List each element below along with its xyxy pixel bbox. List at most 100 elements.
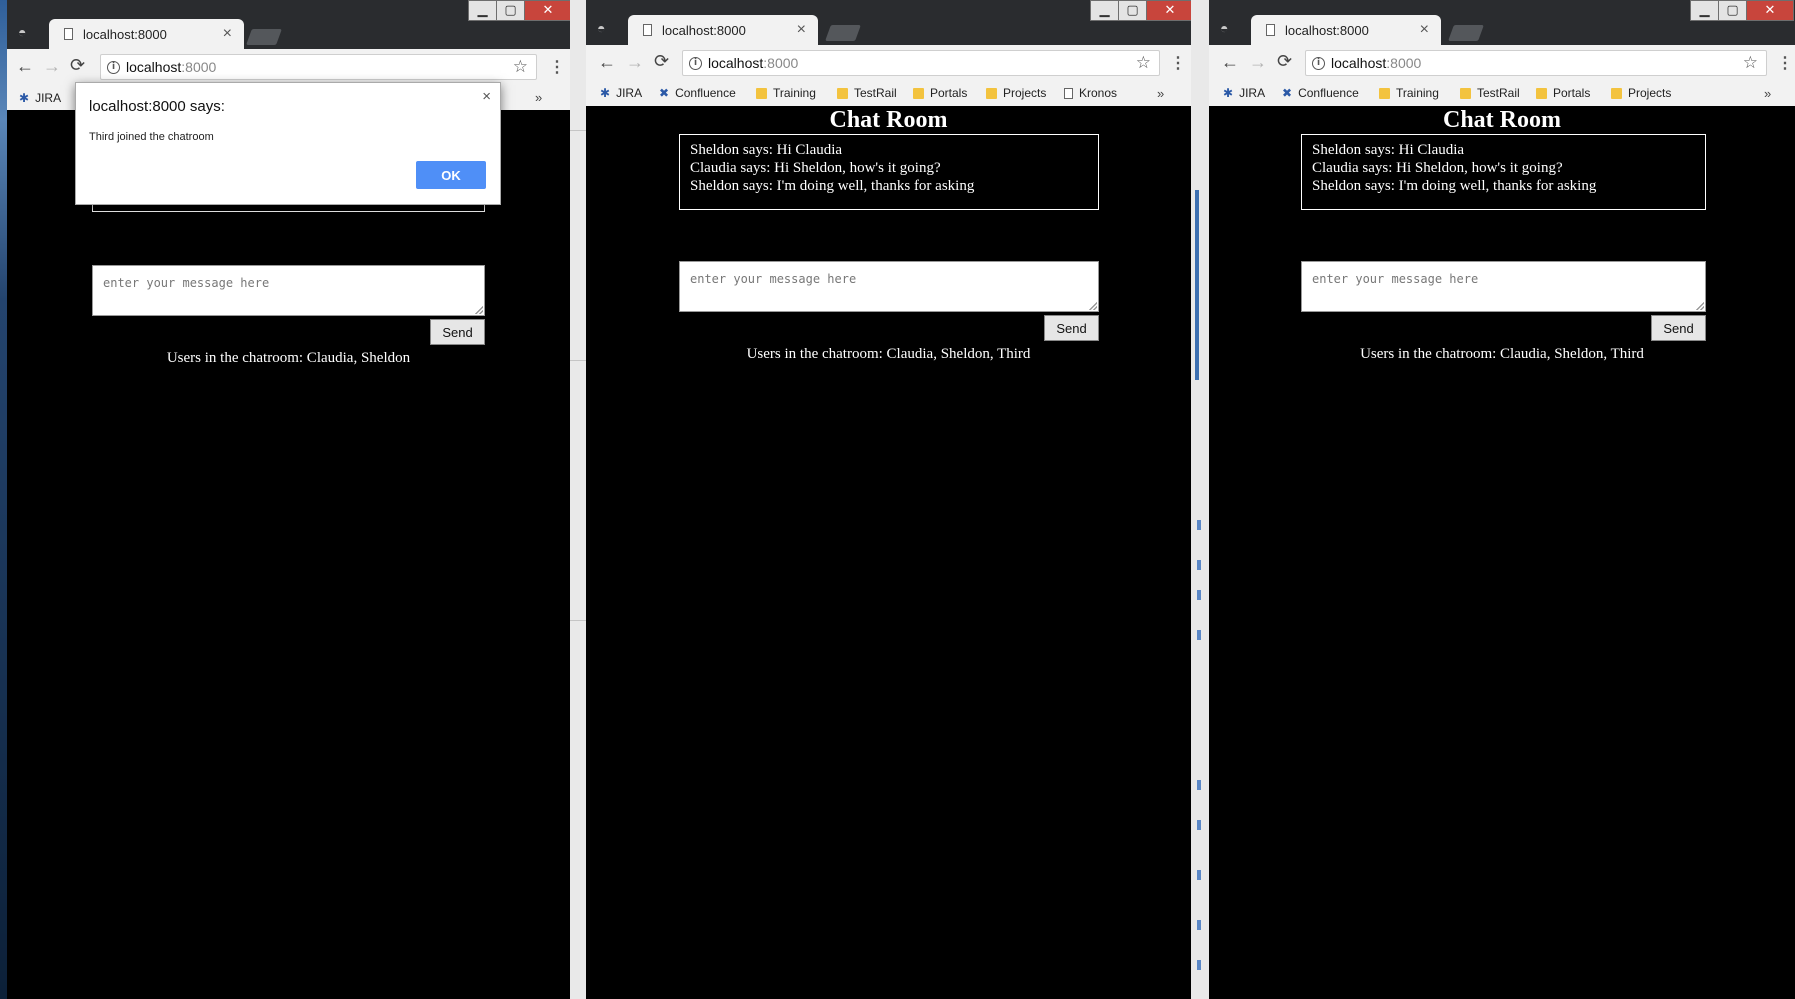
info-icon[interactable]: i	[689, 56, 702, 70]
browser-window-1: ▁ ▢ ✕ ◓ localhost:8000 × ← → ⟳ i localho…	[7, 0, 570, 999]
new-tab-button[interactable]	[1448, 25, 1484, 41]
bookmark-star-icon[interactable]: ☆	[1136, 53, 1151, 73]
bookmarks-bar: ✱ JIRA ✖ Confluence Training TestRail Po…	[1209, 80, 1795, 106]
minimize-button[interactable]: ▁	[1090, 0, 1119, 21]
browser-menu-button[interactable]: ⋮	[1170, 53, 1186, 73]
bookmark-confluence[interactable]: ✖ Confluence	[659, 80, 736, 106]
address-bar[interactable]: i localhost :8000 ☆	[682, 50, 1160, 76]
bookmark-training[interactable]: Training	[756, 80, 816, 106]
back-button[interactable]: ←	[1221, 53, 1239, 71]
browser-tab[interactable]: localhost:8000 ×	[49, 19, 244, 49]
dialog-ok-button[interactable]: OK	[416, 161, 486, 189]
page-icon	[643, 24, 652, 36]
users-list-text: Users in the chatroom: Claudia, Sheldon,…	[746, 346, 1031, 362]
bookmark-confluence[interactable]: ✖ Confluence	[1282, 80, 1359, 106]
bookmark-jira[interactable]: ✱ JIRA	[19, 85, 61, 110]
browser-menu-button[interactable]: ⋮	[1777, 53, 1793, 73]
bookmarks-overflow-chevron[interactable]: »	[1157, 80, 1164, 106]
folder-icon	[986, 87, 997, 99]
reload-button[interactable]: ⟳	[654, 52, 669, 70]
send-button[interactable]: Send	[1651, 315, 1706, 341]
page-icon	[1266, 24, 1275, 36]
reload-button[interactable]: ⟳	[1277, 52, 1292, 70]
dialog-close-icon[interactable]: ×	[482, 88, 491, 105]
browser-tab[interactable]: localhost:8000 ×	[1251, 15, 1441, 45]
chat-room-title: Chat Room	[1443, 107, 1561, 133]
bookmark-testrail[interactable]: TestRail	[1460, 80, 1520, 106]
back-button[interactable]: ←	[598, 53, 616, 71]
bookmark-label: Training	[773, 86, 816, 100]
address-host: localhost	[126, 59, 182, 75]
bookmark-label: Training	[1396, 86, 1439, 100]
info-icon[interactable]: i	[107, 60, 120, 74]
bookmark-jira[interactable]: ✱ JIRA	[1223, 80, 1265, 106]
bookmark-testrail[interactable]: TestRail	[837, 80, 897, 106]
jira-icon: ✱	[19, 90, 30, 105]
new-tab-button[interactable]	[825, 25, 861, 41]
maximize-button[interactable]: ▢	[1718, 0, 1747, 21]
address-bar[interactable]: i localhost :8000 ☆	[1305, 50, 1767, 76]
tab-title: localhost:8000	[662, 22, 746, 38]
message-input[interactable]: enter your message here	[92, 265, 485, 316]
reload-button[interactable]: ⟳	[70, 56, 85, 74]
resize-grip-icon[interactable]	[1696, 302, 1704, 310]
bookmark-label: JIRA	[616, 86, 643, 100]
forward-button[interactable]: →	[43, 57, 61, 75]
minimize-button[interactable]: ▁	[1690, 0, 1719, 21]
bookmarks-overflow-chevron[interactable]: »	[535, 85, 542, 110]
window-controls: ▁ ▢ ✕	[468, 0, 570, 21]
bookmark-star-icon[interactable]: ☆	[513, 57, 528, 77]
maximize-button[interactable]: ▢	[496, 0, 525, 21]
users-list-text: Users in the chatroom: Claudia, Sheldon	[166, 350, 411, 366]
jira-icon: ✱	[600, 86, 611, 100]
page-content: Chat Room Sheldon says: Hi Claudia Claud…	[586, 106, 1191, 999]
bookmark-projects[interactable]: Projects	[986, 80, 1046, 106]
chat-messages-box: Sheldon says: Hi Claudia Claudia says: H…	[679, 134, 1099, 210]
close-window-button[interactable]: ✕	[1746, 0, 1794, 21]
address-bar[interactable]: i localhost :8000 ☆	[100, 54, 537, 80]
tab-close-button[interactable]: ×	[223, 25, 232, 43]
resize-grip-icon[interactable]	[475, 306, 483, 314]
chat-message: Claudia says: Hi Sheldon, how's it going…	[1312, 160, 1563, 176]
chat-messages-box: Sheldon says: Hi Claudia Claudia says: H…	[1301, 134, 1706, 210]
alert-dialog: localhost:8000 says: × Third joined the …	[75, 82, 501, 205]
browser-menu-button[interactable]: ⋮	[549, 57, 565, 77]
info-icon[interactable]: i	[1312, 56, 1325, 70]
bookmarks-overflow-chevron[interactable]: »	[1764, 80, 1771, 106]
new-tab-button[interactable]	[246, 29, 282, 45]
bookmark-star-icon[interactable]: ☆	[1743, 53, 1758, 73]
browser-tab[interactable]: localhost:8000 ×	[628, 15, 818, 45]
tab-close-button[interactable]: ×	[797, 21, 806, 39]
users-list-text: Users in the chatroom: Claudia, Sheldon,…	[1360, 346, 1644, 362]
send-button[interactable]: Send	[430, 319, 485, 345]
message-input[interactable]: enter your message here	[679, 261, 1099, 312]
bookmark-kronos[interactable]: Kronos	[1064, 80, 1117, 106]
bookmark-portals[interactable]: Portals	[913, 80, 967, 106]
folder-icon	[1460, 87, 1471, 99]
bookmark-label: Confluence	[675, 86, 736, 100]
forward-button[interactable]: →	[626, 53, 644, 71]
back-button[interactable]: ←	[16, 57, 34, 75]
jira-icon: ✱	[1223, 86, 1234, 100]
browser-toolbar: ← → ⟳ i localhost :8000 ☆ ⋮	[7, 49, 570, 85]
confluence-icon: ✖	[1282, 86, 1293, 100]
incognito-icon: ◓	[18, 24, 27, 40]
bookmark-jira[interactable]: ✱ JIRA	[600, 80, 642, 106]
send-button[interactable]: Send	[1044, 315, 1099, 341]
bookmark-projects[interactable]: Projects	[1611, 80, 1671, 106]
minimize-button[interactable]: ▁	[468, 0, 497, 21]
close-window-button[interactable]: ✕	[524, 0, 570, 21]
message-input[interactable]: enter your message here	[1301, 261, 1706, 312]
background-window-strip-right	[1191, 0, 1209, 999]
tab-close-button[interactable]: ×	[1420, 21, 1429, 39]
bookmark-training[interactable]: Training	[1379, 80, 1439, 106]
bookmark-portals[interactable]: Portals	[1536, 80, 1590, 106]
resize-grip-icon[interactable]	[1089, 302, 1097, 310]
bookmark-label: TestRail	[854, 86, 897, 100]
dialog-title: localhost:8000 says:	[89, 98, 225, 115]
message-input-placeholder: enter your message here	[103, 276, 270, 290]
window-controls: ▁ ▢ ✕	[1690, 0, 1794, 21]
forward-button[interactable]: →	[1249, 53, 1267, 71]
close-window-button[interactable]: ✕	[1146, 0, 1191, 21]
maximize-button[interactable]: ▢	[1118, 0, 1147, 21]
